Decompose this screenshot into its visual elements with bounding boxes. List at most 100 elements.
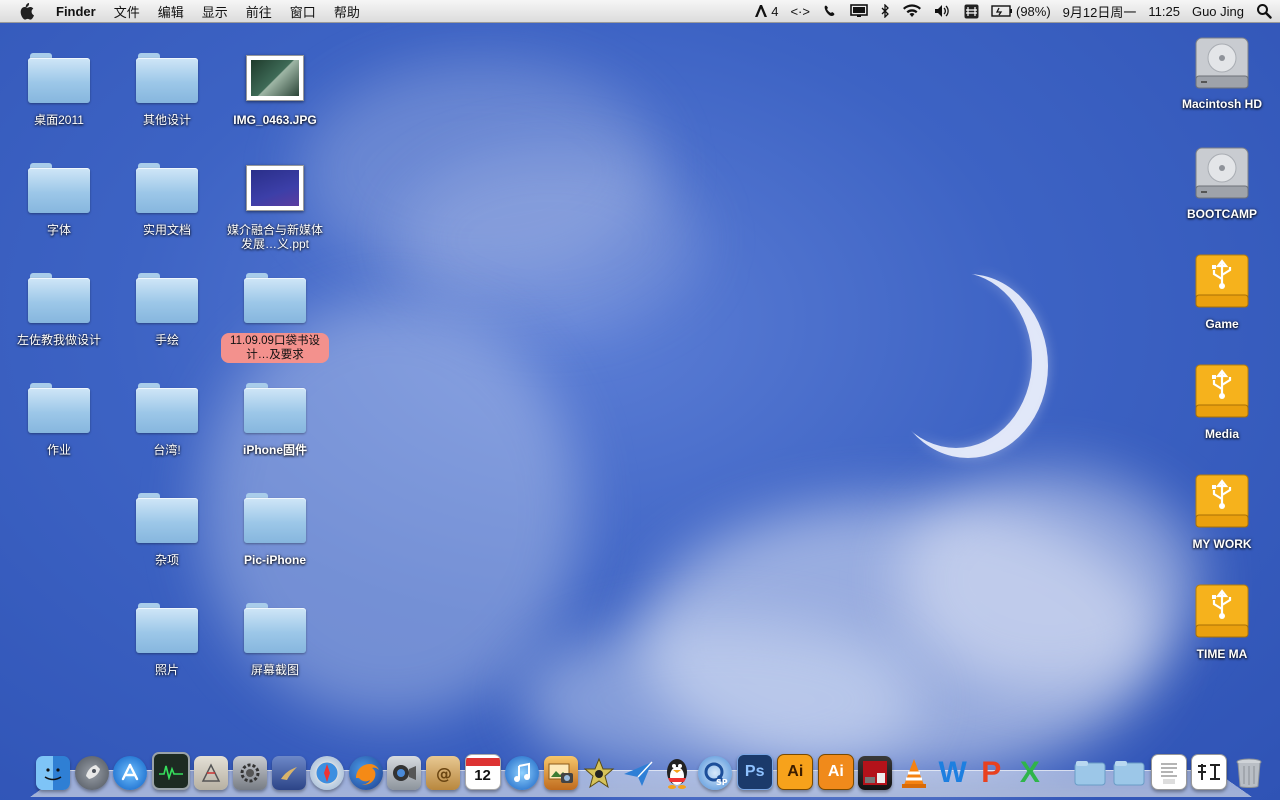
itunes-note-icon[interactable] bbox=[505, 756, 540, 790]
desktop-folder-docs[interactable]: 实用文档 bbox=[113, 154, 221, 237]
vlc-cone-icon[interactable] bbox=[897, 756, 931, 790]
dock-separator bbox=[1051, 756, 1055, 790]
powerpoint-p-icon[interactable]: P bbox=[974, 756, 1008, 790]
usb-drive-icon bbox=[1195, 584, 1249, 638]
dock: @ 12 SP Ps Ai Ai W P X bbox=[36, 746, 1270, 790]
photo-booth-icon[interactable] bbox=[858, 756, 893, 790]
menu-edit[interactable]: 编辑 bbox=[149, 2, 193, 21]
desktop-folder-taiwan[interactable]: 台湾! bbox=[113, 374, 221, 457]
hard-drive-icon bbox=[1195, 147, 1249, 199]
desktop-item-label: 作业 bbox=[46, 443, 71, 457]
ical-calendar-icon[interactable]: 12 bbox=[464, 754, 501, 790]
wifi-icon[interactable] bbox=[902, 4, 922, 18]
desktop-item-label: IMG_0463.JPG bbox=[233, 113, 317, 127]
desktop-item-label: 桌面2011 bbox=[34, 113, 84, 127]
address-book-icon[interactable]: @ bbox=[425, 756, 460, 790]
desktop-item-label: TIME MA bbox=[1196, 647, 1248, 661]
adobe-updater-status[interactable]: 4 bbox=[754, 4, 778, 19]
folder-icon bbox=[28, 53, 90, 103]
desktop-folder-homework[interactable]: 作业 bbox=[5, 374, 113, 457]
desktop-folder-pic-iphone[interactable]: Pic-iPhone bbox=[221, 484, 329, 567]
documents-stack-folder-icon[interactable] bbox=[1112, 756, 1146, 790]
wallpaper-cloud bbox=[300, 60, 660, 280]
excel-x-icon[interactable]: X bbox=[1013, 756, 1047, 790]
illustrator-cs-dock-icon[interactable]: Ai bbox=[817, 754, 854, 790]
volume-macintosh-hd[interactable]: Macintosh HD bbox=[1168, 28, 1276, 111]
facetime-camera-icon[interactable] bbox=[387, 756, 422, 790]
calendar-day: 12 bbox=[474, 767, 491, 784]
volume-my-work[interactable]: MY WORK bbox=[1168, 468, 1276, 551]
menu-app-finder[interactable]: Finder bbox=[52, 4, 105, 19]
desktop-item-label: 字体 bbox=[46, 223, 71, 237]
directory-utility-icon[interactable] bbox=[194, 756, 229, 790]
activity-monitor-icon[interactable] bbox=[151, 752, 190, 790]
desktop-item-label: MY WORK bbox=[1192, 537, 1252, 551]
bluetooth-icon[interactable] bbox=[880, 4, 890, 18]
app-store-icon[interactable] bbox=[113, 756, 148, 790]
chinese-dictionary-icon[interactable] bbox=[1191, 754, 1228, 790]
adobe-update-count: 4 bbox=[771, 3, 779, 19]
system-preferences-gear-icon[interactable] bbox=[232, 756, 267, 790]
photoshop-dock-icon[interactable]: Ps bbox=[736, 754, 773, 790]
menu-view[interactable]: 显示 bbox=[193, 2, 237, 21]
menu-file[interactable]: 文件 bbox=[105, 2, 149, 21]
menu-go[interactable]: 前往 bbox=[237, 2, 281, 21]
volume-game[interactable]: Game bbox=[1168, 248, 1276, 331]
firefox-icon[interactable] bbox=[348, 756, 383, 790]
code-arrows-status[interactable]: <·> bbox=[790, 4, 810, 19]
desktop-folder-photos[interactable]: 照片 bbox=[113, 594, 221, 677]
usb-drive-icon bbox=[1195, 364, 1249, 418]
desktop-item-label: Media bbox=[1204, 427, 1239, 441]
desktop-file-ppt[interactable]: 媒介融合与新媒体发展…义.ppt bbox=[221, 154, 329, 251]
pages-document-stack-icon[interactable] bbox=[1150, 754, 1187, 790]
display-mirror-icon[interactable] bbox=[850, 4, 868, 18]
phone-status-icon[interactable] bbox=[822, 4, 838, 18]
folder-icon bbox=[244, 383, 306, 433]
trash-icon[interactable] bbox=[1232, 756, 1266, 790]
user-name-menu[interactable]: Guo Jing bbox=[1192, 4, 1244, 19]
iphoto-icon[interactable] bbox=[543, 756, 578, 790]
illustrator-dock-icon[interactable]: Ai bbox=[777, 754, 814, 790]
folder-icon bbox=[136, 53, 198, 103]
imovie-star-icon[interactable] bbox=[582, 756, 616, 790]
battery-status[interactable]: (98%) bbox=[991, 4, 1051, 19]
desktop-folder-other-design[interactable]: 其他设计 bbox=[113, 44, 221, 127]
wallpaper-cloud bbox=[400, 150, 700, 330]
mail-bird-icon[interactable] bbox=[621, 756, 655, 790]
desktop-folder-hand-drawing[interactable]: 手绘 bbox=[113, 264, 221, 347]
menubar-date[interactable]: 9月12日周一 bbox=[1063, 2, 1137, 21]
finder-dock-icon[interactable] bbox=[36, 756, 70, 790]
safari-compass-icon[interactable] bbox=[310, 756, 345, 790]
spotlight-search-icon[interactable] bbox=[1256, 3, 1272, 19]
quicktime-sp-icon[interactable]: SP bbox=[698, 756, 733, 790]
launchpad-rocket-icon[interactable] bbox=[74, 756, 109, 790]
desktop-folder-iphone-firmware[interactable]: iPhone固件 bbox=[221, 374, 329, 457]
input-method-icon[interactable] bbox=[964, 4, 979, 19]
desktop-folder-desktop2011[interactable]: 桌面2011 bbox=[5, 44, 113, 127]
desktop-folder-fonts[interactable]: 字体 bbox=[5, 154, 113, 237]
menu-window[interactable]: 窗口 bbox=[281, 2, 325, 21]
qq-penguin-icon[interactable] bbox=[660, 756, 694, 790]
desktop-folder-pocketbook[interactable]: 11.09.09口袋书设计…及要求 bbox=[221, 264, 329, 363]
word-w-icon[interactable]: W bbox=[936, 756, 970, 790]
volume-time-machine[interactable]: TIME MA bbox=[1168, 578, 1276, 661]
desktop-folder-screenshots[interactable]: 屏幕截图 bbox=[221, 594, 329, 677]
folder-icon bbox=[136, 493, 198, 543]
preview-photo-icon[interactable] bbox=[271, 756, 306, 790]
menubar-clock[interactable]: 11:25 bbox=[1148, 4, 1180, 19]
menu-bar: Finder 文件 编辑 显示 前往 窗口 帮助 4 <·> (98%) 9月1… bbox=[0, 0, 1280, 23]
battery-icon bbox=[991, 5, 1012, 17]
volume-media[interactable]: Media bbox=[1168, 358, 1276, 441]
desktop-item-label: 其他设计 bbox=[142, 113, 191, 127]
status-menus: 4 <·> (98%) 9月12日周一 11:25 Guo Jing bbox=[742, 0, 1272, 22]
applications-stack-folder-icon[interactable] bbox=[1073, 756, 1107, 790]
apple-menu-icon[interactable] bbox=[18, 2, 38, 20]
volume-icon[interactable] bbox=[934, 4, 952, 18]
desktop-folder-zuozuo[interactable]: 左佐教我做设计 bbox=[5, 264, 113, 347]
desktop-file-img0463[interactable]: IMG_0463.JPG bbox=[221, 44, 329, 127]
menu-help[interactable]: 帮助 bbox=[325, 2, 369, 21]
volume-bootcamp[interactable]: BOOTCAMP bbox=[1168, 138, 1276, 221]
desktop-folder-misc[interactable]: 杂项 bbox=[113, 484, 221, 567]
desktop-item-label: 左佐教我做设计 bbox=[16, 333, 101, 347]
desktop-item-label: 照片 bbox=[154, 663, 179, 677]
